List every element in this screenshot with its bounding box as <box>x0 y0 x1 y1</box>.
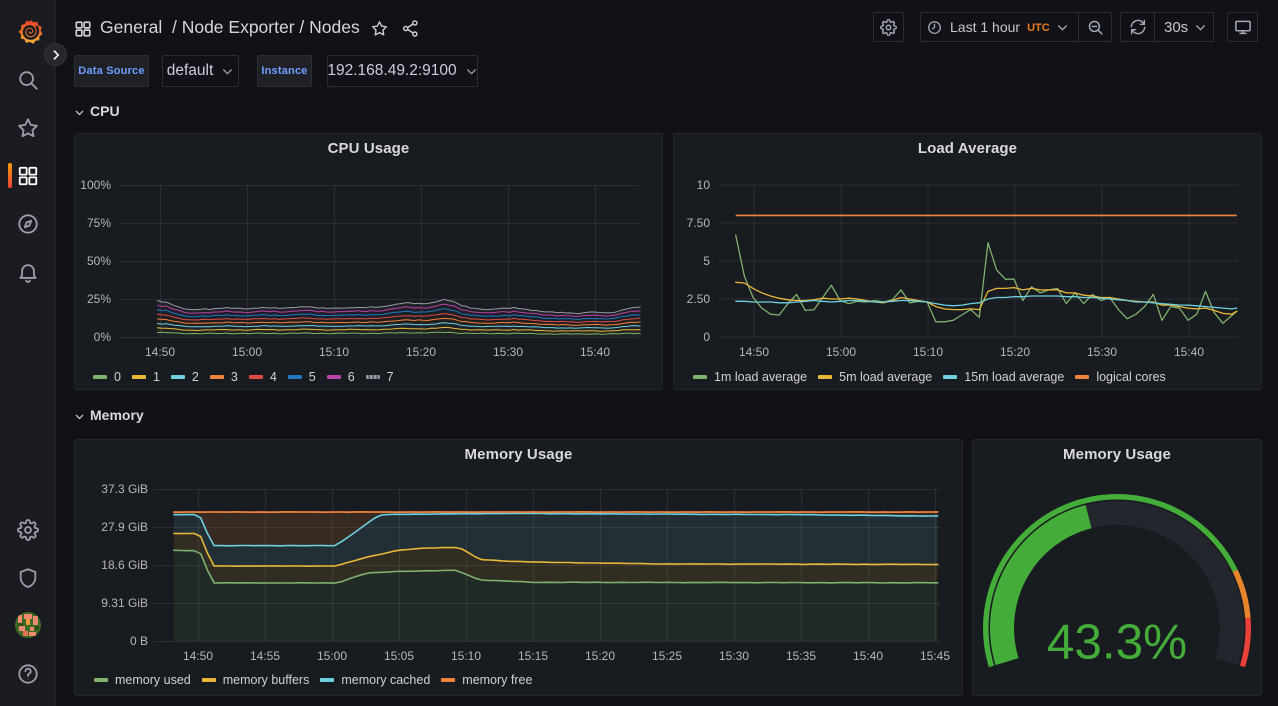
svg-text:18.6 GiB: 18.6 GiB <box>101 558 148 572</box>
svg-text:27.9 GiB: 27.9 GiB <box>101 520 148 534</box>
svg-text:14:50: 14:50 <box>145 345 175 359</box>
svg-text:15:40: 15:40 <box>853 649 883 663</box>
svg-text:43.3%: 43.3% <box>1047 615 1187 670</box>
svg-text:15:30: 15:30 <box>493 345 523 359</box>
svg-text:15:20: 15:20 <box>1000 345 1030 359</box>
svg-text:0%: 0% <box>94 330 112 344</box>
svg-text:14:50: 14:50 <box>183 649 213 663</box>
svg-text:25%: 25% <box>87 292 111 306</box>
svg-text:50%: 50% <box>87 254 111 268</box>
svg-text:15:10: 15:10 <box>451 649 481 663</box>
svg-text:15:10: 15:10 <box>319 345 349 359</box>
svg-text:7.50: 7.50 <box>687 216 711 230</box>
svg-text:15:30: 15:30 <box>719 649 749 663</box>
svg-text:100%: 100% <box>80 178 111 192</box>
svg-text:14:55: 14:55 <box>250 649 280 663</box>
svg-text:15:30: 15:30 <box>1087 345 1117 359</box>
svg-text:15:40: 15:40 <box>580 345 610 359</box>
svg-text:5: 5 <box>703 254 710 268</box>
svg-text:15:00: 15:00 <box>826 345 856 359</box>
svg-text:15:15: 15:15 <box>518 649 548 663</box>
svg-text:2.50: 2.50 <box>687 292 711 306</box>
svg-text:15:40: 15:40 <box>1174 345 1204 359</box>
svg-text:15:35: 15:35 <box>786 649 816 663</box>
svg-text:37.3 GiB: 37.3 GiB <box>101 482 148 496</box>
svg-text:0 B: 0 B <box>130 634 148 648</box>
svg-text:9.31 GiB: 9.31 GiB <box>101 596 148 610</box>
svg-text:10: 10 <box>697 178 711 192</box>
svg-text:14:50: 14:50 <box>739 345 769 359</box>
svg-text:15:10: 15:10 <box>913 345 943 359</box>
svg-text:75%: 75% <box>87 216 111 230</box>
svg-text:15:25: 15:25 <box>652 649 682 663</box>
svg-text:15:20: 15:20 <box>585 649 615 663</box>
svg-text:15:00: 15:00 <box>317 649 347 663</box>
svg-text:15:45: 15:45 <box>920 649 950 663</box>
svg-text:15:00: 15:00 <box>232 345 262 359</box>
svg-text:0: 0 <box>703 330 710 344</box>
svg-text:15:20: 15:20 <box>406 345 436 359</box>
svg-text:15:05: 15:05 <box>384 649 414 663</box>
